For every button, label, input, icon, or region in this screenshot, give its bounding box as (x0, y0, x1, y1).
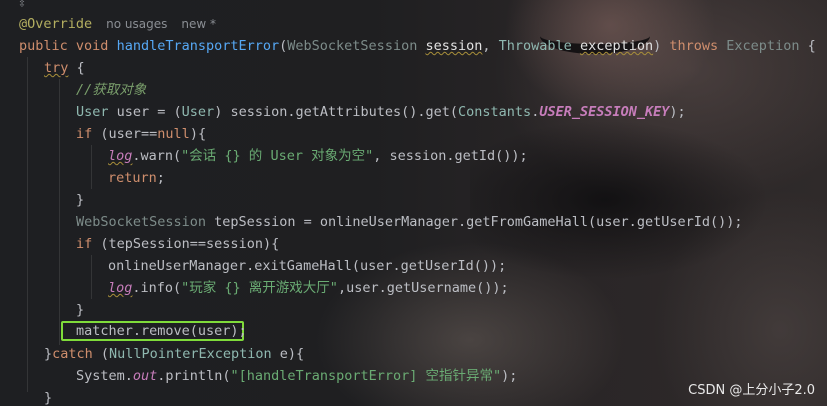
type-name: NullPointerException (109, 346, 272, 362)
code-text: ); (501, 368, 518, 384)
code-line-14[interactable]: matcher.remove(user); (76, 320, 247, 342)
code-line-16[interactable]: System.out.println("[handleTransportErro… (76, 365, 517, 387)
code-line-try[interactable]: try { (44, 57, 85, 79)
type-name: Constants (458, 104, 532, 120)
punct: ; (156, 170, 165, 186)
code-text: , session.getId()); (373, 148, 528, 164)
string-literal: "玩家 {} 离开游戏大厅" (181, 280, 338, 296)
method-name: handleTransportError (116, 38, 280, 54)
code-editor[interactable]: ⇳ @Override no usages new * public void ha… (0, 0, 827, 406)
punct: , (482, 38, 499, 54)
code-line-10[interactable]: if (tepSession==session){ (76, 233, 279, 255)
code-text: ( (92, 346, 110, 362)
code-line-12[interactable]: log.info("玩家 {} 离开游戏大厅",user.getUsername… (108, 277, 509, 299)
code-text: ); (669, 104, 686, 120)
string-literal: "[handleTransportError] 空指针异常" (230, 368, 502, 384)
keyword: return (108, 170, 157, 186)
keyword: throws (669, 38, 719, 54)
type-name: Throwable (498, 38, 572, 54)
code-text: e){ (271, 346, 305, 362)
static-field: log (108, 148, 133, 164)
code-line-9[interactable]: WebSocketSession tepSession = onlineUser… (76, 211, 742, 233)
indent-guide (91, 145, 92, 189)
keyword: public (19, 38, 68, 54)
indent-guide (59, 79, 60, 345)
annotation-token: @Override (19, 16, 93, 32)
punct: } (76, 302, 85, 318)
punct: } (44, 346, 53, 362)
type-name: User (181, 104, 215, 120)
code-line-8[interactable]: } (76, 189, 84, 211)
punct: { (68, 60, 85, 76)
code-text: ,user.getUsername()); (337, 280, 509, 296)
fold-icon[interactable]: ⇳ (18, 0, 26, 11)
code-text: .println( (157, 368, 231, 384)
code-line-6[interactable]: log.warn("会话 {} 的 User 对象为空", session.ge… (108, 145, 528, 167)
keyword: void (75, 38, 109, 54)
code-line-7[interactable]: return; (108, 167, 165, 189)
watermark: CSDN @上分小子2.0 (688, 383, 815, 398)
code-line-17[interactable]: } (44, 387, 52, 406)
code-text: user = ( (108, 104, 182, 120)
keyword: null (157, 126, 190, 142)
punct: { (807, 38, 816, 54)
type-name: User (76, 104, 109, 120)
code-line-signature[interactable]: public void handleTransportError(WebSock… (19, 35, 816, 57)
code-text: tepSession = onlineUserManager.getFromGa… (206, 214, 743, 230)
param-name: session (425, 38, 483, 54)
type-name: WebSocketSession (76, 214, 207, 230)
code-line-13[interactable]: } (76, 299, 84, 321)
comment: //获取对象 (76, 82, 147, 98)
punct: } (76, 192, 85, 208)
usages-hint[interactable]: no usages (106, 17, 167, 31)
keyword: if (76, 236, 93, 252)
static-field: log (108, 280, 133, 296)
code-text: System. (76, 368, 133, 384)
string-literal: "会话 {} 的 User 对象为空" (181, 148, 374, 164)
keyword: if (76, 126, 93, 142)
new-hint: new * (181, 17, 217, 31)
type-name: Exception (726, 38, 800, 54)
code-line-catch[interactable]: }catch (NullPointerException e){ (44, 343, 304, 365)
code-text: .info( (132, 280, 182, 296)
keyword: try (44, 60, 69, 76)
code-line-annotation[interactable]: @Override no usages new * (19, 13, 216, 35)
code-text: ) session.getAttributes().get( (214, 104, 459, 120)
code-line-5[interactable]: if (user==null){ (76, 123, 206, 145)
param-name: exception (579, 38, 654, 54)
code-text: .warn( (132, 148, 182, 164)
static-field: USER_SESSION_KEY (539, 104, 670, 120)
code-text: (user== (92, 126, 158, 142)
code-text: matcher.remove(user); (76, 323, 247, 339)
type-name: WebSocketSession (287, 38, 418, 54)
code-text: (tepSession==session){ (92, 236, 280, 252)
keyword: catch (52, 346, 93, 362)
indent-guide (27, 57, 28, 392)
code-text: onlineUserManager.exitGameHall(user.getU… (108, 258, 507, 274)
code-line-comment[interactable]: //获取对象 (76, 79, 146, 101)
code-line-11[interactable]: onlineUserManager.exitGameHall(user.getU… (108, 255, 506, 277)
punct: ) (653, 38, 662, 54)
static-field: out (132, 368, 158, 384)
background-image-feathers (470, 120, 770, 280)
code-line-4[interactable]: User user = (User) session.getAttributes… (76, 101, 686, 123)
indent-guide (91, 255, 92, 299)
code-text: ){ (189, 126, 207, 142)
punct: } (44, 390, 53, 406)
